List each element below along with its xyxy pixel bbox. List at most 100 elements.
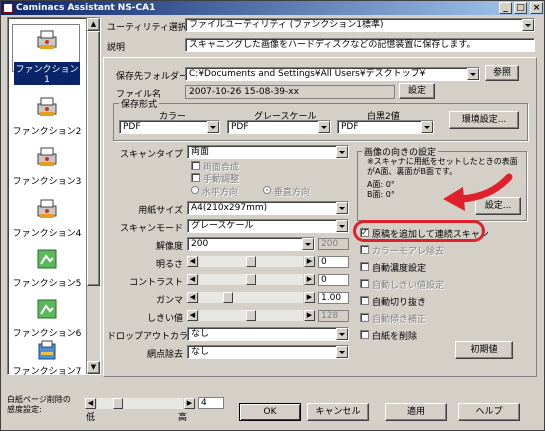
slider-thumb[interactable]	[246, 310, 256, 321]
sidebar-scrollbar[interactable]: ▲ ▼	[86, 18, 100, 374]
cancel-button[interactable]: キャンセル	[307, 403, 369, 421]
environment-settings-button[interactable]: 環境設定...	[449, 111, 519, 129]
contrast-value[interactable]: 0	[318, 274, 349, 286]
sidebar-item-function3[interactable]: ファンクション3	[8, 138, 86, 188]
sidebar-item-function4[interactable]: ファンクション4	[8, 190, 86, 240]
scroll-down-arrow[interactable]: ▼	[87, 361, 100, 374]
manual-adjust-checkbox[interactable]	[191, 173, 200, 182]
sidebar-item-function1[interactable]: ファンクション1	[8, 24, 86, 85]
blank-sensitivity-slider[interactable]: ◀ ▶	[85, 398, 195, 409]
apply-button[interactable]: 適用	[385, 403, 447, 421]
brightness-value[interactable]: 0	[318, 256, 349, 268]
chevron-down-icon	[336, 346, 348, 358]
sidebar-item-function7[interactable]: ファンクション7	[8, 338, 86, 388]
slider-thumb[interactable]	[246, 256, 256, 267]
sidebar-item-function2[interactable]: ファンクション2	[8, 88, 86, 138]
sidebar-item-label: ファンクション5	[12, 279, 82, 289]
dropout-color-select[interactable]: なし	[187, 327, 349, 341]
contrast-label: コントラスト	[129, 278, 183, 288]
blank-sensitivity-value[interactable]: 4	[198, 397, 224, 409]
reset-defaults-button[interactable]: 初期値	[455, 341, 513, 359]
resolution-select[interactable]: 200	[187, 237, 315, 251]
chevron-down-icon	[336, 220, 348, 232]
save-folder-value: C:¥Documents and Settings¥All Users¥デスクト…	[189, 69, 426, 79]
chevron-down-icon	[522, 19, 534, 31]
maximize-button[interactable]: □	[514, 2, 527, 14]
save-folder-select[interactable]: C:¥Documents and Settings¥All Users¥デスクト…	[185, 67, 480, 81]
save-folder-label: 保存先フォルダー	[116, 72, 189, 82]
paper-size-select[interactable]: A4(210x297mm)	[187, 201, 349, 215]
arrow-right-icon[interactable]: ▶	[304, 310, 315, 321]
auto-threshold-checkbox[interactable]	[360, 279, 369, 288]
chevron-down-icon	[336, 146, 348, 158]
color-format-select[interactable]: PDF	[119, 120, 220, 134]
auto-density-checkbox[interactable]	[360, 262, 369, 271]
folder-scan-icon	[38, 340, 56, 360]
sidebar-item-function5[interactable]: ファンクション5	[8, 240, 86, 290]
contrast-slider[interactable]: ◀ ▶	[187, 274, 315, 285]
arrow-left-icon[interactable]: ◀	[187, 310, 198, 321]
help-button[interactable]: ヘルプ	[458, 403, 520, 421]
vertical-radio[interactable]	[263, 186, 271, 194]
arrow-left-icon[interactable]: ◀	[187, 256, 198, 267]
slider-thumb[interactable]	[113, 398, 123, 409]
scroll-thumb[interactable]	[87, 31, 100, 286]
sidebar-item-label: ファンクション1	[14, 62, 80, 85]
bw-format-select[interactable]: PDF	[337, 120, 434, 134]
browse-button[interactable]: 参照	[485, 65, 519, 81]
description-value: スキャニングした画像をハードディスクなどの記憶装置に保存します。	[189, 40, 476, 50]
utility-select[interactable]: ファイルユーティリティ (ファンクション1標準)	[185, 18, 535, 32]
gamma-label: ガンマ	[155, 296, 183, 306]
duplex-merge-checkbox[interactable]	[191, 161, 200, 170]
blank-removal-label: 白紙を削除	[372, 332, 418, 342]
filename-settings-button[interactable]: 設定	[399, 83, 435, 99]
chevron-down-icon	[467, 68, 479, 80]
slider-thumb[interactable]	[246, 274, 256, 285]
gamma-slider[interactable]: ◀ ▶	[187, 292, 315, 303]
sidebar-item-label: ファンクション3	[12, 177, 82, 187]
chevron-down-icon	[302, 238, 314, 250]
scroll-up-arrow[interactable]: ▲	[87, 18, 100, 31]
image-edit-icon	[37, 299, 57, 319]
paper-size-value: A4(210x297mm)	[191, 203, 268, 213]
close-button[interactable]: ×	[530, 2, 543, 14]
dropout-color-label: ドロップアウトカラー	[107, 332, 198, 342]
dropout-color-value: なし	[191, 329, 210, 339]
minimize-button[interactable]: _	[499, 2, 512, 14]
scanner-printer-icon	[37, 30, 57, 49]
slider-thumb[interactable]	[223, 292, 233, 303]
arrow-right-icon[interactable]: ▶	[304, 274, 315, 285]
auto-crop-label: 自動切り抜き	[372, 298, 427, 308]
blank-removal-checkbox[interactable]	[360, 330, 369, 339]
brightness-slider[interactable]: ◀ ▶	[187, 256, 315, 267]
red-curved-arrow-icon	[443, 173, 513, 211]
resolution-value: 200	[191, 239, 209, 249]
gray-format-value: PDF	[231, 122, 249, 132]
chevron-down-icon	[336, 328, 348, 340]
function-list: ▲ ▼ ファンクション1 ファンクション2 ファンクション3 ファンクション4 …	[7, 17, 101, 377]
scanner-printer-icon	[37, 147, 57, 166]
scan-type-select[interactable]: 両面	[187, 145, 349, 159]
arrow-left-icon[interactable]: ◀	[85, 398, 96, 409]
arrow-right-icon[interactable]: ▶	[184, 398, 195, 409]
low-label: 低	[86, 413, 96, 423]
gamma-value[interactable]: 1.00	[318, 292, 349, 304]
paper-size-label: 用紙サイズ	[138, 206, 183, 216]
sidebar-item-function6[interactable]: ファンクション6	[8, 290, 86, 340]
arrow-right-icon[interactable]: ▶	[304, 256, 315, 267]
threshold-slider[interactable]: ◀ ▶	[187, 310, 315, 321]
resolution-custom-field: 200	[318, 238, 349, 250]
auto-skew-checkbox[interactable]	[360, 313, 369, 322]
color-moire-checkbox[interactable]	[360, 245, 369, 254]
arrow-left-icon[interactable]: ◀	[187, 274, 198, 285]
halftone-removal-select[interactable]: なし	[187, 345, 349, 359]
scan-mode-select[interactable]: グレースケール	[187, 219, 349, 233]
title-bar[interactable]: Caminacs Assistant NS-CA1 _ □ ×	[1, 1, 544, 15]
horizontal-radio[interactable]	[191, 186, 199, 194]
gray-format-select[interactable]: PDF	[227, 120, 331, 134]
arrow-left-icon[interactable]: ◀	[187, 292, 198, 303]
arrow-right-icon[interactable]: ▶	[304, 292, 315, 303]
ok-button[interactable]: OK	[239, 403, 301, 421]
auto-crop-checkbox[interactable]	[360, 296, 369, 305]
description-label: 説明	[107, 43, 126, 53]
